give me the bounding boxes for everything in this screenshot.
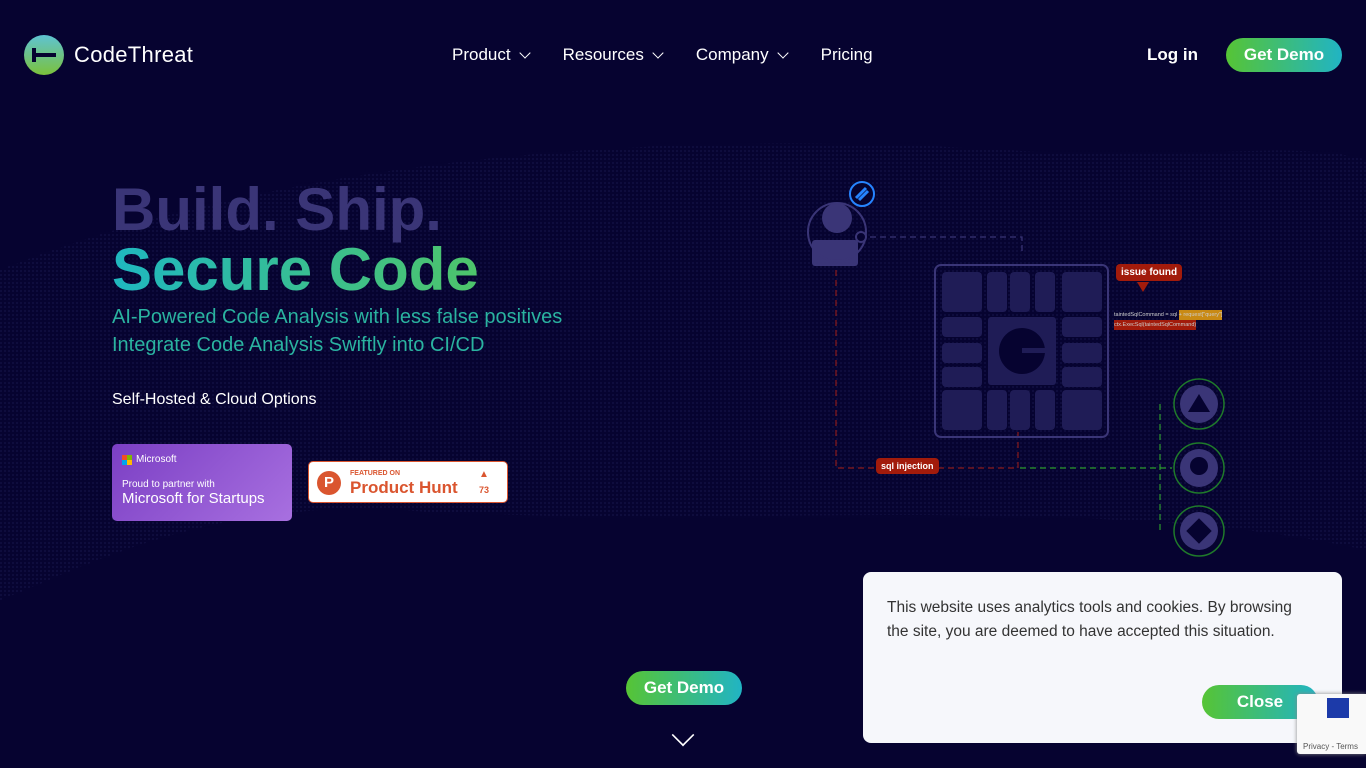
microsoft-logo-icon	[122, 454, 132, 465]
ms-title: Microsoft for Startups	[122, 490, 265, 507]
code-snippet: taintedSqlCommand = sql + request["query…	[1114, 310, 1223, 330]
code-line-1: taintedSqlCommand = sql + request["query…	[1114, 310, 1223, 320]
analysis-diagram: issue found taintedSqlCommand = sql + re…	[800, 170, 1260, 560]
nav-company[interactable]: Company	[696, 45, 789, 65]
top-nav: CodeThreat Product Resources Company Pri…	[0, 0, 1366, 110]
git-icon	[1173, 505, 1225, 557]
subtitle-2: Integrate Code Analysis Swiftly into CI/…	[112, 334, 485, 356]
code-line-2: ctx.ExecSql(taintedSqlCommand)	[1114, 320, 1197, 330]
chevron-down-icon	[652, 47, 664, 59]
cookie-text: This website uses analytics tools and co…	[887, 599, 1292, 640]
issue-found-tag: issue found	[1116, 264, 1183, 281]
cookie-banner: This website uses analytics tools and co…	[863, 572, 1342, 743]
hero-line-2: Secure Code	[112, 236, 479, 303]
microsoft-startups-badge[interactable]: Microsoft Proud to partner with Microsof…	[112, 444, 292, 521]
jira-icon	[849, 181, 875, 207]
hero-line-1: Build. Ship.	[112, 176, 442, 243]
nav-pricing[interactable]: Pricing	[821, 45, 873, 65]
product-hunt-logo-icon: P	[317, 471, 341, 495]
ph-count: 73	[479, 485, 490, 495]
recaptcha-badge[interactable]: Privacy - Terms	[1297, 694, 1366, 754]
nav-resources[interactable]: Resources	[563, 45, 664, 65]
ms-brand: Microsoft	[136, 454, 177, 465]
sql-injection-tag: sql injection	[876, 458, 939, 474]
scroll-down-chevron-icon[interactable]	[671, 723, 695, 747]
tag-pointer	[1137, 282, 1149, 292]
recaptcha-icon	[1327, 698, 1349, 718]
login-link[interactable]: Log in	[1147, 45, 1198, 65]
ph-featured: FEATURED ON	[350, 470, 401, 477]
chevron-down-icon	[518, 47, 531, 59]
get-demo-button[interactable]: Get Demo	[1226, 38, 1342, 72]
hero-get-demo-button[interactable]: Get Demo	[626, 671, 742, 705]
upvote-icon: ▲	[479, 469, 489, 480]
hero-title: Build. Ship. Secure Code	[112, 180, 479, 300]
ms-pre: Proud to partner with	[122, 479, 215, 490]
product-hunt-badge[interactable]: P FEATURED ON Product Hunt ▲ 73	[308, 461, 508, 503]
github-icon	[1173, 442, 1225, 494]
hero-subtitle: AI-Powered Code Analysis with less false…	[112, 303, 562, 359]
brand-name: CodeThreat	[74, 42, 194, 67]
ph-name: Product Hunt	[350, 478, 458, 497]
hosting-options: Self-Hosted & Cloud Options	[112, 391, 317, 408]
subtitle-1: AI-Powered Code Analysis with less false…	[112, 306, 563, 328]
recaptcha-links[interactable]: Privacy - Terms	[1303, 742, 1358, 751]
nav-product[interactable]: Product	[452, 45, 531, 65]
brand-logo[interactable]: CodeThreat	[24, 35, 193, 75]
azure-icon	[1173, 378, 1225, 430]
developer-icon	[807, 202, 867, 266]
chevron-down-icon	[776, 47, 789, 59]
logo-icon	[24, 35, 64, 75]
codethreat-engine	[934, 264, 1109, 438]
